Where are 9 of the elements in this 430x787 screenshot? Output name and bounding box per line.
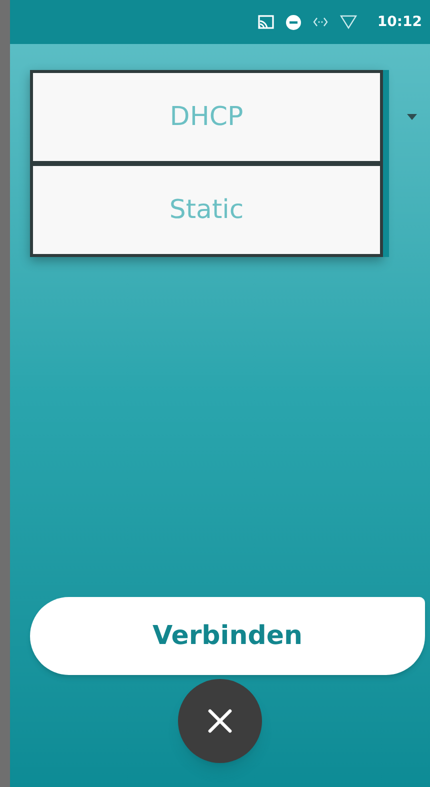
cast-icon xyxy=(258,15,274,29)
dropdown-option[interactable]: DHCP xyxy=(33,73,380,161)
connect-button[interactable]: Verbinden xyxy=(30,597,425,675)
dropdown-option[interactable]: Static xyxy=(33,166,380,254)
wifi-icon xyxy=(340,15,358,29)
do-not-disturb-icon xyxy=(286,14,302,30)
caret-icon[interactable] xyxy=(407,114,417,120)
data-arrows-icon xyxy=(313,17,328,27)
clock-time: 10:12 xyxy=(377,12,422,32)
